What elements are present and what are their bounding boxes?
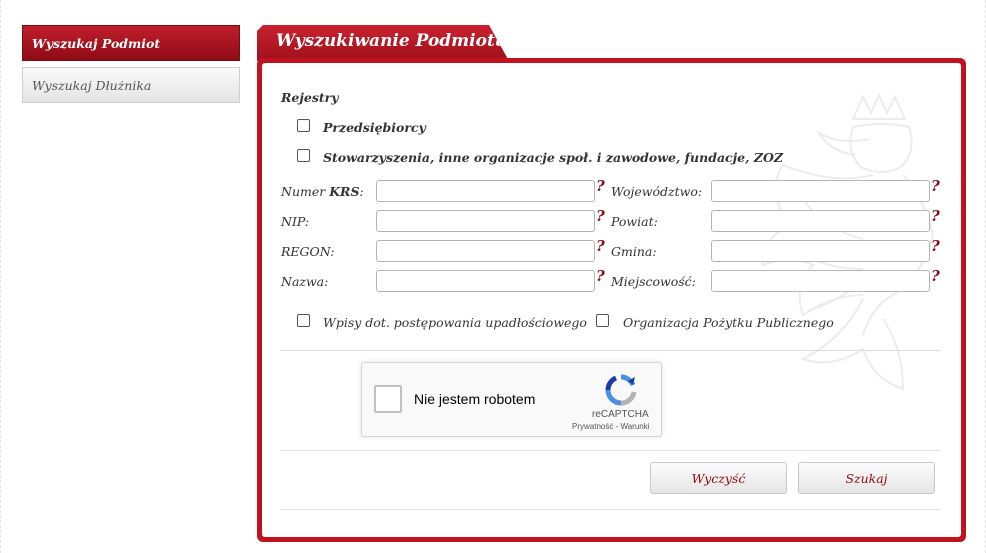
eagle-emblem-icon	[761, 92, 935, 391]
nazwa-label: Nazwa:	[281, 274, 329, 289]
separator	[280, 450, 941, 451]
wojewodztwo-help-icon[interactable]: ?	[931, 177, 940, 195]
gmina-help-icon[interactable]: ?	[931, 237, 940, 255]
upadlosciowe-checkbox[interactable]	[297, 314, 310, 327]
stowarzyszenia-label: Stowarzyszenia, inne organizacje społ. i…	[323, 150, 783, 165]
wojewodztwo-input[interactable]	[711, 180, 930, 202]
regon-help-icon[interactable]: ?	[596, 237, 605, 255]
regon-label: REGON:	[281, 244, 335, 259]
nip-help-icon[interactable]: ?	[596, 207, 605, 225]
clear-button[interactable]: Wyczyść	[650, 462, 787, 494]
nip-input[interactable]	[376, 210, 595, 232]
nazwa-input[interactable]	[376, 270, 595, 292]
search-button[interactable]: Szukaj	[798, 462, 935, 494]
powiat-help-icon[interactable]: ?	[931, 207, 940, 225]
recaptcha-checkbox[interactable]	[374, 385, 402, 413]
recaptcha-logo-icon	[605, 374, 637, 406]
wojewodztwo-label: Województwo:	[611, 184, 703, 199]
miejscowosc-label: Miejscowość:	[611, 274, 696, 289]
sidebar-item-wyszukaj-podmiot[interactable]: Wyszukaj Podmiot	[22, 25, 240, 61]
separator	[280, 509, 941, 510]
gmina-input[interactable]	[711, 240, 930, 262]
recaptcha-brand: reCAPTCHA	[592, 409, 649, 420]
przedsiebiorcy-checkbox[interactable]	[297, 119, 310, 132]
sidebar-item-wyszukaj-dluznika[interactable]: Wyszukaj Dłużnika	[22, 67, 240, 103]
regon-input[interactable]	[376, 240, 595, 262]
panel-title: Wyszukiwanie Podmiotu	[276, 31, 508, 51]
przedsiebiorcy-label: Przedsiębiorcy	[323, 120, 426, 135]
opp-checkbox[interactable]	[596, 314, 609, 327]
krs-help-icon[interactable]: ?	[596, 177, 605, 195]
gmina-label: Gmina:	[611, 244, 657, 259]
nip-label: NIP:	[281, 214, 310, 229]
sidebar-item-label: Wyszukaj Podmiot	[32, 35, 161, 51]
registries-label: Rejestry	[281, 90, 339, 105]
powiat-input[interactable]	[711, 210, 930, 232]
upadlosciowe-label: Wpisy dot. postępowania upadłościowego	[323, 315, 587, 330]
stowarzyszenia-checkbox[interactable]	[297, 149, 310, 162]
powiat-label: Powiat:	[611, 214, 658, 229]
opp-label: Organizacja Pożytku Publicznego	[623, 315, 834, 330]
krs-input[interactable]	[376, 180, 595, 202]
recaptcha-widget: Nie jestem robotem reCAPTCHA Prywatność …	[361, 362, 662, 437]
nazwa-help-icon[interactable]: ?	[596, 267, 605, 285]
miejscowosc-input[interactable]	[711, 270, 930, 292]
miejscowosc-help-icon[interactable]: ?	[931, 267, 940, 285]
sidebar-item-label: Wyszukaj Dłużnika	[32, 77, 152, 93]
recaptcha-links[interactable]: Prywatność - Warunki	[572, 422, 650, 431]
recaptcha-label: Nie jestem robotem	[414, 391, 536, 407]
separator	[280, 350, 941, 351]
krs-label: Numer KRS:	[281, 184, 364, 199]
